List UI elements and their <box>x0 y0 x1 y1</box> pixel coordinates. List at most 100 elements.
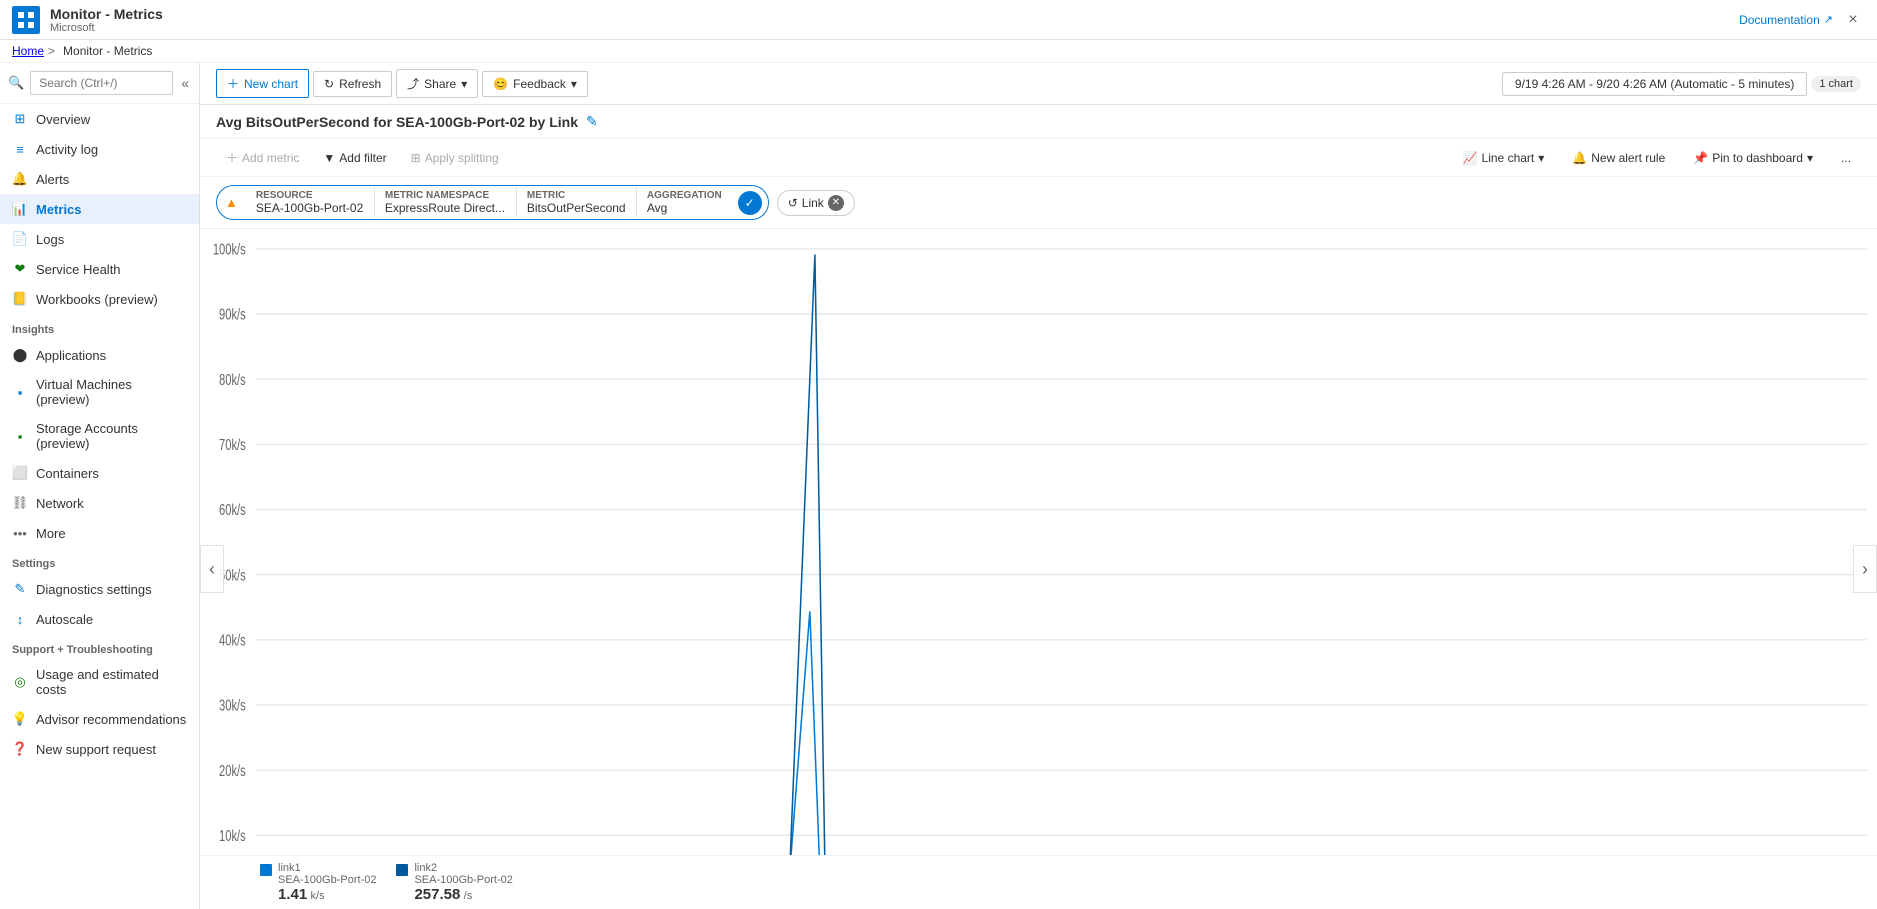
legend-resource-link2: SEA-100Gb-Port-02 <box>414 874 512 886</box>
sidebar-item-alerts[interactable]: 🔔 Alerts <box>0 164 199 194</box>
chart-type-label: Line chart <box>1482 151 1535 165</box>
metric-select[interactable]: BitsOutPerSecond <box>527 201 626 215</box>
chart-type-chevron: ▾ <box>1538 151 1544 165</box>
chart-nav-left[interactable]: ‹ <box>200 545 224 593</box>
sidebar-item-support[interactable]: ❓ New support request <box>0 734 199 764</box>
edit-title-icon[interactable]: ✎ <box>586 113 598 130</box>
plus-icon: ＋ <box>227 75 239 92</box>
metric-label: METRIC <box>527 190 626 201</box>
sidebar-label-metrics: Metrics <box>36 202 82 217</box>
sidebar-item-advisor[interactable]: 💡 Advisor recommendations <box>0 704 199 734</box>
metric-confirm-button[interactable]: ✓ <box>738 191 762 215</box>
legend-label-link1: link1 <box>278 862 376 874</box>
applications-icon: ⬤ <box>12 347 28 363</box>
new-chart-button[interactable]: ＋ New chart <box>216 69 309 98</box>
add-metric-button[interactable]: ＋ Add metric <box>216 145 309 170</box>
sidebar-item-usage-costs[interactable]: ◎ Usage and estimated costs <box>0 660 199 704</box>
pin-chevron: ▾ <box>1807 151 1813 165</box>
add-filter-button[interactable]: ▼ Add filter <box>313 147 396 169</box>
sidebar-item-network[interactable]: ⛓ Network <box>0 488 199 518</box>
list-icon: ≡ <box>12 141 28 157</box>
legend-info-link2: link2 SEA-100Gb-Port-02 257.58 /s <box>414 862 512 903</box>
grid-icon: ⊞ <box>12 111 28 127</box>
sidebar-item-applications[interactable]: ⬤ Applications <box>0 340 199 370</box>
section-header-insights: Insights <box>0 314 199 340</box>
namespace-select[interactable]: ExpressRoute Direct... <box>385 201 506 215</box>
containers-icon: ⬜ <box>12 465 28 481</box>
feedback-label: Feedback <box>513 77 566 91</box>
share-button[interactable]: ⤴ Share ▾ <box>396 69 478 98</box>
sidebar-item-containers[interactable]: ⬜ Containers <box>0 458 199 488</box>
external-link-icon: ↗ <box>1824 13 1833 26</box>
sidebar-item-overview[interactable]: ⊞ Overview <box>0 104 199 134</box>
breadcrumb-home[interactable]: Home <box>12 44 44 58</box>
add-filter-icon: ▼ <box>323 151 335 165</box>
top-bar-right: Documentation ↗ × <box>1739 8 1865 32</box>
link-pill[interactable]: ↺ Link ✕ <box>777 190 855 216</box>
sidebar-label-network: Network <box>36 496 84 511</box>
chart-type-button[interactable]: 📈 Line chart ▾ <box>1453 147 1555 169</box>
sidebar-item-more[interactable]: ••• More <box>0 518 199 548</box>
sidebar-item-diagnostics[interactable]: ✎ Diagnostics settings <box>0 574 199 604</box>
sidebar-item-activity-log[interactable]: ≡ Activity log <box>0 134 199 164</box>
sidebar-item-virtual-machines[interactable]: ▪ Virtual Machines (preview) <box>0 370 199 414</box>
vm-icon: ▪ <box>12 384 28 400</box>
add-metric-icon: ＋ <box>226 149 238 166</box>
chart-subtoolbar: ＋ Add metric ▼ Add filter ⊞ Apply splitt… <box>200 139 1877 177</box>
new-alert-rule-label: New alert rule <box>1591 151 1665 165</box>
resource-label: RESOURCE <box>256 190 364 201</box>
feedback-button[interactable]: 😊 Feedback ▾ <box>482 71 588 97</box>
sidebar-item-service-health[interactable]: ❤ Service Health <box>0 254 199 284</box>
refresh-icon: ↻ <box>324 77 334 91</box>
refresh-button[interactable]: ↻ Refresh <box>313 71 392 97</box>
legend-info-link1: link1 SEA-100Gb-Port-02 1.41 k/s <box>278 862 376 903</box>
scale-icon: ↕ <box>12 611 28 627</box>
chart-area: ‹ › 100k/s 90k/s 80k/s 70k/s 60k/s 50k/s… <box>200 229 1877 909</box>
warning-icon: ▲ <box>217 195 246 210</box>
sidebar-label-autoscale: Autoscale <box>36 612 93 627</box>
sidebar-label-service-health: Service Health <box>36 262 121 277</box>
section-header-support: Support + Troubleshooting <box>0 634 199 660</box>
app-title: Monitor - Metrics <box>50 6 163 22</box>
search-box-container: 🔍 « <box>0 63 199 104</box>
apply-splitting-button[interactable]: ⊞ Apply splitting <box>401 147 509 169</box>
legend-color-link2 <box>396 864 408 876</box>
usage-icon: ◎ <box>12 674 28 690</box>
feedback-icon: 😊 <box>493 77 508 91</box>
sidebar-item-storage-accounts[interactable]: ▪ Storage Accounts (preview) <box>0 414 199 458</box>
pin-to-dashboard-button[interactable]: 📌 Pin to dashboard ▾ <box>1683 147 1823 169</box>
pin-label: Pin to dashboard <box>1712 151 1803 165</box>
app-subtitle: Microsoft <box>50 22 163 34</box>
sidebar-item-metrics[interactable]: 📊 Metrics <box>0 194 199 224</box>
doc-link-label: Documentation <box>1739 13 1820 27</box>
sidebar-label-advisor: Advisor recommendations <box>36 712 186 727</box>
sidebar-item-workbooks[interactable]: 📒 Workbooks (preview) <box>0 284 199 314</box>
sidebar-label-applications: Applications <box>36 348 106 363</box>
link-pill-remove[interactable]: ✕ <box>828 195 844 211</box>
legend-value-link2: 257.58 /s <box>414 886 512 903</box>
svg-text:60k/s: 60k/s <box>219 501 246 518</box>
more-options-button[interactable]: ... <box>1831 147 1861 169</box>
legend-value-link1: 1.41 k/s <box>278 886 376 903</box>
sidebar-label-logs: Logs <box>36 232 64 247</box>
toolbar: ＋ New chart ↻ Refresh ⤴ Share ▾ 😊 Feedba… <box>200 63 1877 105</box>
aggregation-select[interactable]: Avg <box>647 201 668 215</box>
sidebar-item-logs[interactable]: 📄 Logs <box>0 224 199 254</box>
support-icon: ❓ <box>12 741 28 757</box>
sidebar-collapse-icon[interactable]: « <box>179 73 191 93</box>
sidebar-label-activity-log: Activity log <box>36 142 98 157</box>
search-icon: 🔍 <box>8 75 24 91</box>
close-button[interactable]: × <box>1841 8 1865 32</box>
svg-text:70k/s: 70k/s <box>219 436 246 453</box>
time-range-button[interactable]: 9/19 4:26 AM - 9/20 4:26 AM (Automatic -… <box>1502 72 1807 96</box>
search-input[interactable] <box>30 71 173 95</box>
resource-select[interactable]: SEA-100Gb-Port-02 <box>256 201 364 215</box>
chart-nav-right[interactable]: › <box>1853 545 1877 593</box>
documentation-link[interactable]: Documentation ↗ <box>1739 13 1833 27</box>
top-bar-left: Monitor - Metrics Microsoft <box>12 6 163 34</box>
new-alert-rule-button[interactable]: 🔔 New alert rule <box>1562 147 1675 169</box>
sidebar-label-more: More <box>36 526 66 541</box>
share-icon: ⤴ <box>407 75 419 92</box>
sidebar-item-autoscale[interactable]: ↕ Autoscale <box>0 604 199 634</box>
main-layout: 🔍 « ⊞ Overview ≡ Activity log 🔔 Alerts 📊… <box>0 63 1877 909</box>
